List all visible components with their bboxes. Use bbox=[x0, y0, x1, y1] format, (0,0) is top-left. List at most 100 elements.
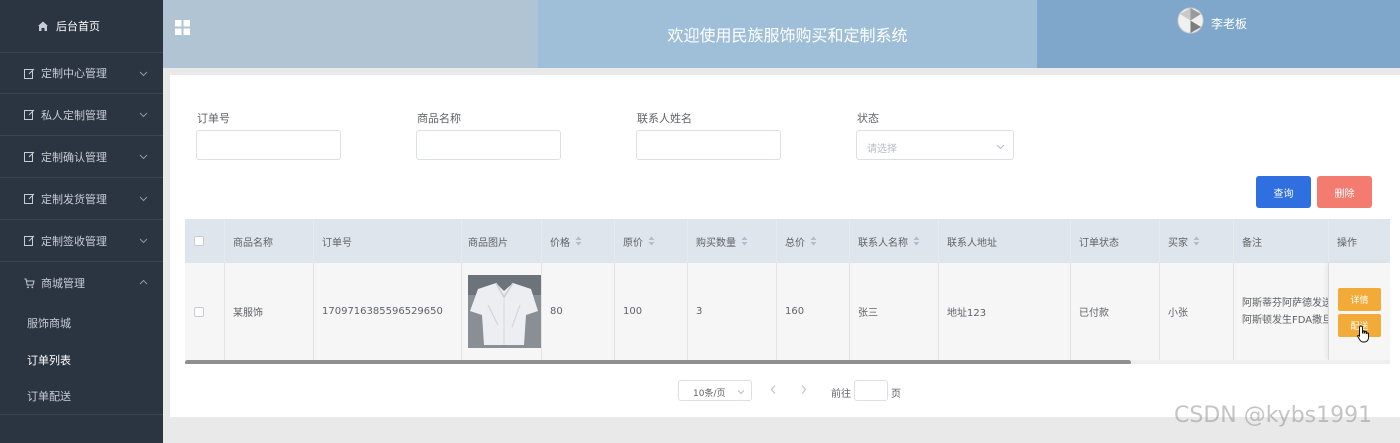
sidebar-subitem-label: 订单配送 bbox=[27, 390, 71, 403]
home-icon bbox=[38, 21, 48, 31]
product-image bbox=[468, 275, 541, 348]
header-user-area: 李老板 bbox=[1037, 0, 1400, 68]
sort-icon[interactable] bbox=[810, 236, 817, 246]
cell-order-no: 1709716385596529650 bbox=[314, 263, 462, 360]
select-all-checkbox[interactable] bbox=[194, 236, 204, 246]
note-line: 阿斯蒂芬阿萨德发送 bbox=[1242, 297, 1329, 309]
goto-suffix: 页 bbox=[891, 389, 901, 400]
cell-order-status: 已付款 bbox=[1071, 263, 1160, 360]
contact-name-label: 联系人姓名 bbox=[637, 112, 692, 125]
product-name-input[interactable] bbox=[416, 130, 561, 160]
sidebar-item-label: 商城管理 bbox=[41, 277, 85, 290]
cursor-hand-icon bbox=[1357, 325, 1369, 343]
sidebar-subitem-label: 订单列表 bbox=[27, 353, 71, 367]
sidebar-item-label: 定制确认管理 bbox=[41, 150, 107, 164]
cell-note: 阿斯蒂芬阿萨德发送 阿斯顿发生FDA撒旦 bbox=[1234, 263, 1329, 360]
row-select-cell bbox=[185, 263, 225, 360]
sidebar-item-custom-ship[interactable]: 定制发货管理 bbox=[0, 178, 163, 220]
edit-icon bbox=[24, 68, 35, 79]
main-panel: 订单号 商品名称 联系人姓名 状态 请选择 查询 删除 商品名称 订单号 商品图… bbox=[170, 75, 1400, 417]
cell-product-image bbox=[462, 263, 542, 360]
th-buyer[interactable]: 买家 bbox=[1160, 219, 1234, 263]
page-title: 欢迎使用民族服饰购买和定制系统 bbox=[667, 26, 908, 45]
cart-icon bbox=[24, 278, 35, 288]
goto-page-input[interactable] bbox=[854, 380, 888, 401]
scrollbar-thumb[interactable] bbox=[185, 360, 1131, 364]
header-title-area: 欢迎使用民族服饰购买和定制系统 bbox=[538, 0, 1037, 68]
chevron-down-icon bbox=[737, 390, 745, 395]
sort-icon[interactable] bbox=[913, 236, 920, 246]
select-all-cell bbox=[185, 219, 225, 263]
th-note: 备注 bbox=[1234, 219, 1329, 263]
top-header: 欢迎使用民族服饰购买和定制系统 李老板 bbox=[163, 0, 1400, 68]
sidebar-item-custom-confirm[interactable]: 定制确认管理 bbox=[0, 136, 163, 178]
cell-contact-address: 地址123 bbox=[939, 263, 1071, 360]
edit-icon bbox=[24, 193, 35, 204]
sidebar-item-custom-center[interactable]: 定制中心管理 bbox=[0, 52, 163, 94]
cell-buyer: 小张 bbox=[1160, 263, 1234, 360]
page-size-select[interactable]: 10条/页 bbox=[678, 380, 752, 401]
sidebar-subitem-clothing-mall[interactable]: 服饰商城 bbox=[0, 304, 163, 341]
sidebar-subitem-order-delivery[interactable]: 订单配送 bbox=[0, 378, 163, 415]
th-quantity[interactable]: 购买数量 bbox=[688, 219, 777, 263]
status-select[interactable]: 请选择 bbox=[856, 130, 1014, 160]
chevron-down-icon bbox=[139, 154, 148, 160]
sidebar-item-label: 定制签收管理 bbox=[41, 234, 107, 248]
next-page-icon[interactable] bbox=[799, 384, 808, 395]
grid-menu-icon[interactable] bbox=[175, 20, 190, 35]
edit-icon bbox=[24, 235, 35, 246]
chevron-down-icon bbox=[139, 71, 148, 77]
cell-actions: 详情 配送 bbox=[1329, 263, 1390, 360]
sidebar-item-mall[interactable]: 商城管理 bbox=[0, 262, 163, 304]
page-size-label: 10条/页 bbox=[693, 389, 726, 399]
detail-button[interactable]: 详情 bbox=[1338, 288, 1381, 311]
cell-product-name: 某服饰 bbox=[225, 263, 314, 360]
cell-quantity: 3 bbox=[688, 263, 777, 360]
sidebar-item-label: 私人定制管理 bbox=[41, 108, 107, 122]
sort-icon[interactable] bbox=[575, 236, 582, 246]
th-product-image: 商品图片 bbox=[462, 219, 542, 263]
table-header: 商品名称 订单号 商品图片 价格 原价 购买数量 总价 联系人名称 联系人地址 … bbox=[185, 219, 1390, 263]
note-line: 阿斯顿发生FDA撒旦 bbox=[1242, 314, 1329, 326]
query-button[interactable]: 查询 bbox=[1256, 176, 1311, 208]
chevron-down-icon bbox=[139, 238, 148, 244]
cell-original-price: 100 bbox=[615, 263, 688, 360]
watermark: CSDN @kybs1991 bbox=[1174, 403, 1373, 428]
th-contact-address: 联系人地址 bbox=[939, 219, 1071, 263]
edit-icon bbox=[24, 109, 35, 120]
chevron-down-icon bbox=[139, 112, 148, 118]
th-total[interactable]: 总价 bbox=[777, 219, 850, 263]
sidebar-item-custom-sign[interactable]: 定制签收管理 bbox=[0, 220, 163, 262]
table-row: 某服饰 1709716385596529650 80 100 3 160 张三 … bbox=[185, 263, 1390, 360]
sort-icon[interactable] bbox=[741, 236, 748, 246]
sort-icon[interactable] bbox=[1193, 236, 1200, 246]
sidebar-home[interactable]: 后台首页 bbox=[0, 0, 163, 52]
header-left bbox=[163, 0, 538, 68]
sidebar-item-label: 定制中心管理 bbox=[41, 67, 107, 80]
sidebar-item-private-custom[interactable]: 私人定制管理 bbox=[0, 94, 163, 136]
chevron-down-icon bbox=[139, 196, 148, 202]
sidebar-subitem-order-list[interactable]: 订单列表 bbox=[0, 341, 163, 378]
contact-name-input[interactable] bbox=[636, 130, 781, 160]
th-order-status: 订单状态 bbox=[1071, 219, 1160, 263]
th-original-price[interactable]: 原价 bbox=[615, 219, 688, 263]
chevron-down-icon bbox=[996, 144, 1005, 150]
th-contact-name[interactable]: 联系人名称 bbox=[850, 219, 939, 263]
user-name[interactable]: 李老板 bbox=[1211, 15, 1247, 32]
avatar[interactable] bbox=[1177, 7, 1204, 34]
order-no-label: 订单号 bbox=[197, 112, 230, 125]
row-checkbox[interactable] bbox=[194, 306, 204, 317]
order-no-input[interactable] bbox=[196, 130, 341, 160]
sidebar-subitem-label: 服饰商城 bbox=[27, 316, 71, 330]
sidebar-home-label: 后台首页 bbox=[56, 20, 100, 33]
sidebar: 后台首页 定制中心管理 私人定制管理 定制确认管理 定制发货管理 定制签收管理 … bbox=[0, 0, 163, 443]
sort-icon[interactable] bbox=[648, 236, 655, 246]
status-placeholder: 请选择 bbox=[867, 144, 897, 155]
cell-price: 80 bbox=[542, 263, 615, 360]
product-name-label: 商品名称 bbox=[417, 112, 461, 125]
th-price[interactable]: 价格 bbox=[542, 219, 615, 263]
delete-button[interactable]: 删除 bbox=[1317, 176, 1372, 208]
horizontal-scrollbar[interactable] bbox=[185, 360, 1390, 364]
prev-page-icon[interactable] bbox=[769, 384, 778, 395]
th-product-name: 商品名称 bbox=[225, 219, 314, 263]
